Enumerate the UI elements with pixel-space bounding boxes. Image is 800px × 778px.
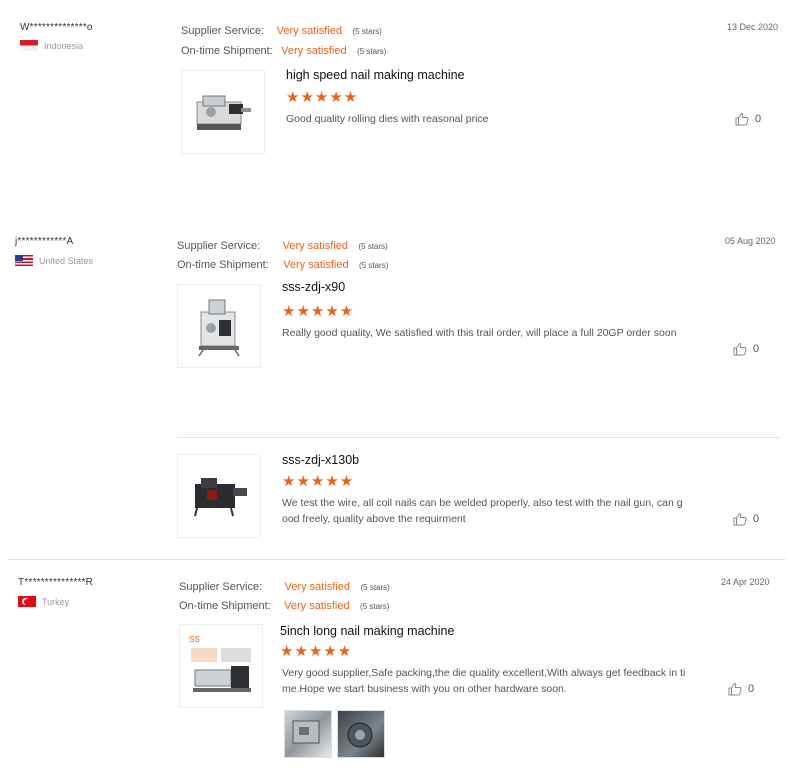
review-divider: [8, 559, 786, 560]
supplier-service-stars: (5 stars): [352, 27, 382, 36]
shipment-value: Very satisfied: [283, 259, 349, 271]
shipment-stars: (5 stars): [357, 47, 387, 56]
product-star-rating: ★★★★★: [280, 643, 353, 660]
shipment-rating: On-time Shipment: Very satisfied (5 star…: [181, 41, 386, 59]
buyer-name: W**************o: [20, 22, 93, 33]
like-button[interactable]: 0: [733, 342, 759, 356]
country-label: United States: [39, 255, 94, 266]
product-title[interactable]: sss-zdj-x130b: [282, 453, 359, 467]
shipment-rating: On-time Shipment: Very satisfied (5 star…: [177, 255, 388, 273]
indonesia-flag-icon: [20, 40, 38, 51]
review-date: 24 Apr 2020: [721, 577, 770, 587]
machine-part-photo: [292, 720, 320, 744]
item-divider: [177, 437, 780, 438]
review-date: 05 Aug 2020: [725, 236, 776, 246]
product-title[interactable]: high speed nail making machine: [286, 68, 465, 82]
like-button[interactable]: 0: [735, 112, 761, 126]
product-thumbnail[interactable]: [181, 70, 265, 154]
product-star-rating: ★★★★★: [282, 303, 355, 320]
supplier-service-rating: Supplier Service: Very satisfied (5 star…: [181, 21, 382, 39]
review-comment: Good quality rolling dies with reasonal …: [286, 113, 489, 125]
supplier-service-label: Supplier Service:: [177, 240, 261, 252]
like-count: 0: [753, 513, 760, 525]
review-photo[interactable]: [284, 710, 332, 758]
welding-machine-image: [194, 478, 247, 517]
buyer-name: T***************R: [18, 577, 94, 588]
supplier-service-label: Supplier Service:: [181, 25, 265, 37]
supplier-service-stars: (5 stars): [360, 583, 390, 592]
product-title[interactable]: sss-zdj-x90: [282, 280, 345, 294]
supplier-service-value: Very satisfied: [276, 25, 343, 37]
product-title[interactable]: 5inch long nail making machine: [280, 624, 454, 638]
supplier-service-rating: Supplier Service: Very satisfied (5 star…: [177, 236, 388, 254]
supplier-service-stars: (5 stars): [358, 242, 388, 251]
nail-machine-image: [196, 95, 251, 130]
shipment-stars: (5 stars): [359, 261, 389, 270]
product-thumbnail[interactable]: SS: [179, 624, 263, 708]
nail-machine-catalog-image: SS: [189, 635, 251, 692]
thumbs-up-icon: [735, 112, 749, 126]
shipment-label: On-time Shipment:: [177, 259, 269, 271]
thumbs-up-icon: [733, 512, 747, 526]
review-photo[interactable]: [337, 710, 385, 758]
supplier-service-value: Very satisfied: [284, 581, 351, 593]
like-button[interactable]: 0: [733, 512, 759, 526]
thumbs-up-icon: [733, 342, 747, 356]
supplier-service-rating: Supplier Service: Very satisfied (5 star…: [179, 577, 390, 595]
country-label: Indonesia: [44, 40, 84, 51]
country-label: Turkey: [42, 596, 70, 607]
shipment-stars: (5 stars): [360, 602, 390, 611]
svg-text:SS: SS: [189, 635, 200, 644]
shipment-label: On-time Shipment:: [179, 600, 271, 612]
like-button[interactable]: 0: [728, 682, 754, 696]
review-comment: Very good supplier,Safe packing,the die …: [282, 667, 686, 695]
like-count: 0: [748, 683, 755, 695]
like-count: 0: [753, 343, 760, 355]
shipment-label: On-time Shipment:: [181, 45, 273, 57]
product-star-rating: ★★★★★: [286, 89, 359, 106]
buyer-country: Indonesia: [20, 40, 83, 51]
review-date: 13 Dec 2020: [727, 22, 779, 32]
buyer-country: Turkey: [18, 596, 69, 607]
supplier-service-value: Very satisfied: [282, 240, 349, 252]
shipment-value: Very satisfied: [281, 45, 347, 57]
supplier-service-label: Supplier Service:: [179, 581, 263, 593]
machine-part-photo: [347, 722, 373, 748]
thumbs-up-icon: [728, 682, 742, 696]
turkey-flag-icon: [18, 596, 36, 607]
product-thumbnail[interactable]: [177, 454, 261, 538]
like-count: 0: [755, 113, 762, 125]
shipment-rating: On-time Shipment: Very satisfied (5 star…: [179, 596, 389, 614]
review-comment: We test the wire, all coil nails can be …: [282, 497, 683, 525]
nail-machine-image: [198, 299, 240, 357]
review-comment: Really good quality, We satisfied with t…: [282, 327, 677, 339]
shipment-value: Very satisfied: [284, 600, 350, 612]
product-thumbnail[interactable]: [177, 284, 261, 368]
buyer-country: United States: [15, 255, 93, 266]
product-star-rating: ★★★★★: [282, 473, 355, 490]
buyer-name: j************A: [15, 236, 74, 247]
usa-flag-icon: [15, 255, 33, 266]
